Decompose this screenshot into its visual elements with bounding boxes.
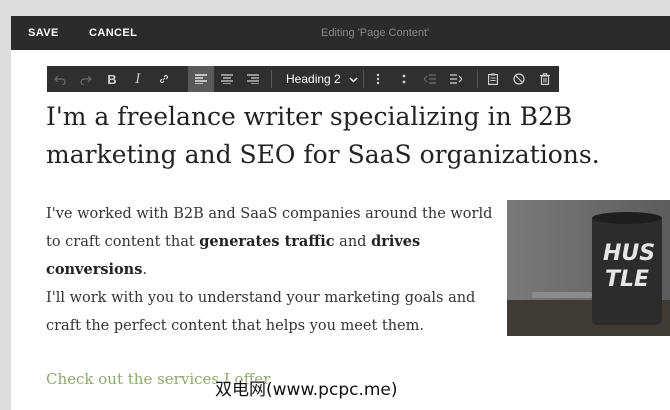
numbered-list-icon[interactable] xyxy=(391,66,417,92)
hustle-mug-photo: HUS TLE xyxy=(507,200,670,336)
page-headline[interactable]: I'm a freelance writer specializing in B… xyxy=(46,98,670,174)
link-icon[interactable] xyxy=(151,66,177,92)
bold-icon[interactable]: B xyxy=(99,66,125,92)
redo-icon[interactable] xyxy=(73,66,99,92)
svg-text:TLE: TLE xyxy=(605,267,649,292)
italic-icon[interactable]: I xyxy=(125,66,151,92)
align-center-icon[interactable] xyxy=(214,66,240,92)
align-right-icon[interactable] xyxy=(240,66,266,92)
goals-paragraph[interactable]: I'll work with you to understand your ma… xyxy=(46,284,496,340)
indent-icon[interactable] xyxy=(443,66,469,92)
editor-title: Editing 'Page Content' xyxy=(321,27,430,39)
toolbar-divider xyxy=(477,70,478,88)
toolbar-divider xyxy=(271,70,272,88)
outdent-icon[interactable] xyxy=(417,66,443,92)
toolbar-divider xyxy=(363,70,364,88)
svg-text:HUS: HUS xyxy=(603,241,655,266)
editor-top-bar: SAVE CANCEL Editing 'Page Content' xyxy=(11,16,670,50)
bold-phrase: generates traffic xyxy=(199,233,335,250)
heading-select[interactable]: Heading 2 xyxy=(274,66,360,92)
undo-icon[interactable] xyxy=(47,66,73,92)
cancel-button[interactable]: CANCEL xyxy=(89,27,137,39)
paragraph-text: . xyxy=(142,262,147,278)
watermark: 双电网(www.pcpc.me) xyxy=(215,380,398,400)
align-left-icon[interactable] xyxy=(188,66,214,92)
trash-icon[interactable] xyxy=(532,66,558,92)
chevron-down-icon xyxy=(349,72,358,86)
save-button[interactable]: SAVE xyxy=(28,27,59,39)
bulleted-list-icon[interactable] xyxy=(365,66,391,92)
heading-select-label: Heading 2 xyxy=(286,72,341,86)
formatting-toolbar: B I Heading 2 xyxy=(47,66,559,92)
clipboard-icon[interactable] xyxy=(480,66,506,92)
intro-paragraph[interactable]: I've worked with B2B and SaaS companies … xyxy=(46,200,496,284)
block-icon[interactable] xyxy=(506,66,532,92)
paragraph-text: and xyxy=(334,234,372,250)
